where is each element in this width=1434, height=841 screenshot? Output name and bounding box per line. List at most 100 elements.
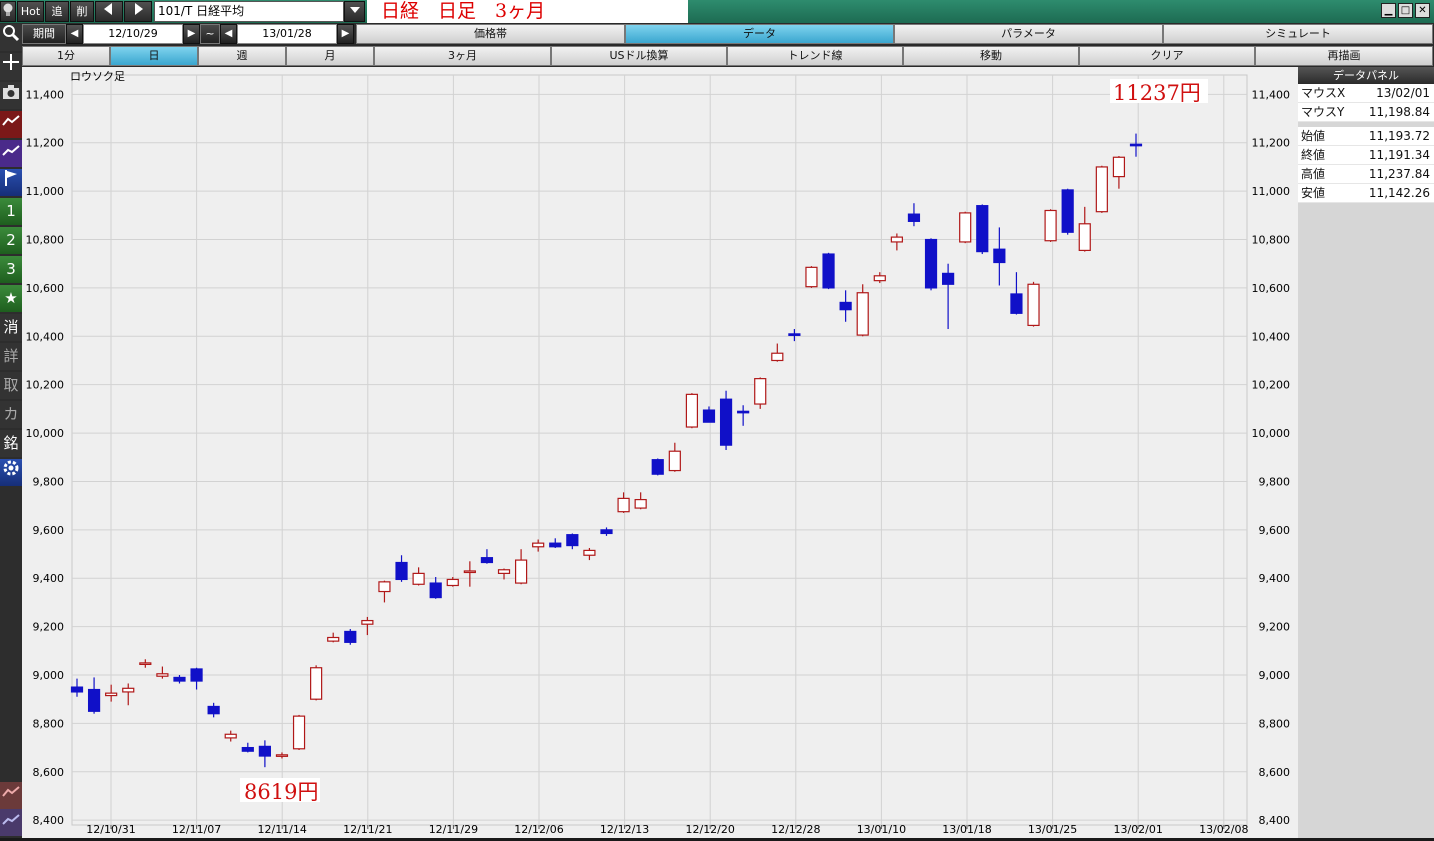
favorite-button[interactable]: ★	[0, 285, 22, 312]
flag-tool[interactable]	[0, 169, 22, 196]
chart-mini-icon[interactable]	[0, 782, 22, 809]
indicator-tool[interactable]	[0, 140, 22, 167]
to-date-prev[interactable]: ◀	[220, 24, 237, 44]
candle-body	[702, 409, 716, 423]
chart-mini-icon-2[interactable]	[0, 809, 22, 836]
y-tick-label-left: 8,400	[33, 814, 65, 827]
high-annotation: 11237円	[1113, 81, 1201, 105]
candle-body	[771, 352, 784, 362]
symbol-select[interactable]: 101/T 日経平均	[154, 1, 344, 22]
trendline-button[interactable]: トレンド線	[727, 46, 903, 66]
crosshair-icon	[3, 54, 19, 70]
arrow-right-icon	[135, 3, 143, 15]
tab-data[interactable]: データ	[625, 24, 894, 44]
close-row: 終値 11,191.34	[1298, 146, 1434, 165]
candle	[1061, 188, 1074, 235]
tab-parameter[interactable]: パラメータ	[894, 24, 1163, 44]
interval-day[interactable]: 日	[110, 46, 198, 66]
trade-button[interactable]: 取	[0, 372, 22, 399]
y-tick-label-left: 9,400	[33, 572, 65, 585]
interval-month[interactable]: 月	[286, 46, 374, 66]
candle	[310, 665, 323, 701]
preset-1-button[interactable]: 1	[0, 198, 22, 225]
add-button[interactable]: 追	[45, 1, 69, 22]
candle-body	[429, 582, 442, 599]
series-label: ロウソク足	[70, 70, 125, 83]
tab-price-band[interactable]: 価格帯	[356, 24, 625, 44]
candle-body	[839, 301, 852, 311]
symbol-list-button[interactable]: 銘	[0, 430, 22, 457]
x-tick-label: 12/12/20	[685, 823, 734, 836]
high-label: 高値	[1301, 167, 1326, 181]
symbol-dropdown-button[interactable]	[344, 1, 365, 22]
preset-2-button[interactable]: 2	[0, 227, 22, 254]
candle-body	[634, 498, 647, 509]
from-date-prev[interactable]: ◀	[66, 24, 83, 44]
candle-body	[668, 450, 681, 472]
y-tick-label-right: 8,400	[1259, 814, 1291, 827]
from-date-next[interactable]: ▶	[183, 24, 200, 44]
tab-simulate[interactable]: シミュレート	[1163, 24, 1433, 44]
candle-body	[976, 205, 989, 253]
close-button[interactable]: ✕	[1415, 3, 1430, 18]
hot-button[interactable]: Hot	[17, 1, 44, 22]
mouse-x-value: 13/02/01	[1376, 86, 1430, 100]
move-button[interactable]: 移動	[903, 46, 1079, 66]
candle-body	[497, 569, 511, 574]
zoom-tool[interactable]	[0, 24, 22, 51]
range-3month[interactable]: 3ヶ月	[374, 46, 551, 66]
candle-body	[805, 266, 818, 288]
candle-body	[1010, 293, 1023, 314]
candle-body	[1095, 166, 1108, 213]
camera-icon	[3, 85, 19, 99]
x-tick-label: 12/12/28	[771, 823, 820, 836]
interval-1min[interactable]: 1分	[22, 46, 110, 66]
erase-button[interactable]: 消	[0, 314, 22, 341]
candle-body	[241, 746, 254, 752]
chart-area[interactable]: 8,400 8,600 8,800 9,000 9,200 9,400 9,600 9,800…	[22, 67, 1298, 838]
y-tick-label-left: 9,200	[33, 621, 65, 634]
detail-button[interactable]: 詳	[0, 343, 22, 370]
candle	[651, 458, 664, 476]
interval-bar: 1分 日 週 月 3ヶ月 USドル換算 トレンド線 移動 クリア 再描画	[22, 45, 1434, 67]
screenshot-tool[interactable]	[0, 82, 22, 109]
data-panel-title: データパネル	[1298, 67, 1434, 84]
y-tick-label-right: 9,200	[1259, 621, 1291, 634]
period-bar: 期間 ◀ 12/10/29 ▶ ~ ◀ 13/01/28 ▶ 価格帯 データ パ…	[22, 23, 1434, 45]
clear-button[interactable]: クリア	[1079, 46, 1255, 66]
candle-body	[1129, 143, 1143, 147]
line-chart-tool[interactable]	[0, 111, 22, 138]
redraw-button[interactable]: 再描画	[1255, 46, 1433, 66]
interval-week[interactable]: 週	[198, 46, 286, 66]
candle-body	[617, 497, 630, 513]
candle-body	[514, 559, 528, 584]
candlestick-chart[interactable]: 8,400 8,600 8,800 9,000 9,200 9,400 9,600 9,800…	[22, 67, 1298, 838]
power-button[interactable]: カ	[0, 401, 22, 428]
candle-body	[754, 378, 767, 405]
candle-body	[292, 715, 306, 750]
to-date-field[interactable]: 13/01/28	[237, 24, 337, 44]
candle-body	[924, 238, 938, 289]
candle	[1044, 209, 1057, 242]
crosshair-tool[interactable]	[0, 53, 22, 80]
open-value: 11,193.72	[1368, 129, 1430, 143]
usd-convert-button[interactable]: USドル換算	[551, 46, 727, 66]
mini-chart-icon	[2, 786, 20, 797]
candle-body	[344, 630, 357, 643]
maximize-button[interactable]: □	[1398, 3, 1413, 18]
from-date-field[interactable]: 12/10/29	[83, 24, 183, 44]
next-symbol-button[interactable]	[124, 1, 152, 22]
to-date-next[interactable]: ▶	[337, 24, 354, 44]
y-tick-label-right: 8,800	[1259, 717, 1291, 730]
y-tick-label-right: 9,800	[1259, 475, 1291, 488]
preset-3-button[interactable]: 3	[0, 256, 22, 283]
settings-button[interactable]	[0, 459, 22, 486]
y-tick-label-left: 9,600	[33, 524, 65, 537]
y-tick-label-right: 10,600	[1252, 282, 1291, 295]
minimize-button[interactable]: ▁	[1381, 3, 1396, 18]
y-tick-label-left: 10,800	[26, 234, 65, 247]
bulb-icon[interactable]	[0, 1, 16, 22]
prev-symbol-button[interactable]	[95, 1, 123, 22]
high-value: 11,237.84	[1368, 167, 1430, 181]
delete-button[interactable]: 削	[70, 1, 94, 22]
